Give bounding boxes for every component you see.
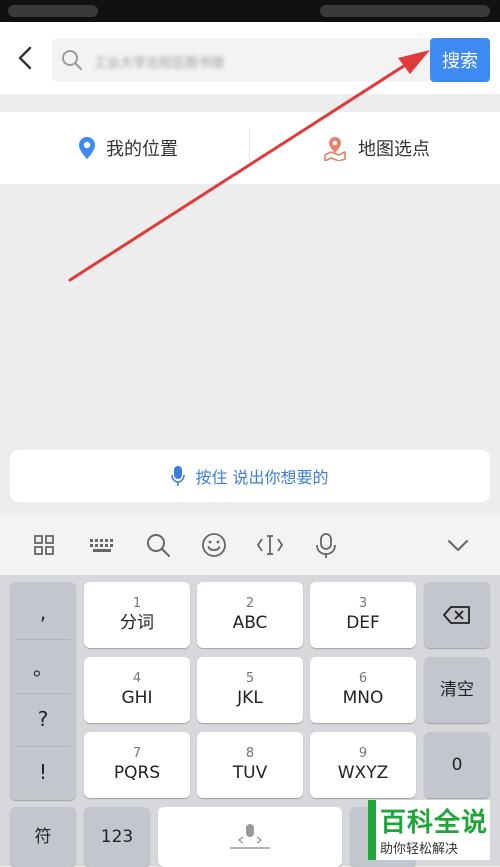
keyboard-layout-icon[interactable] <box>88 531 116 559</box>
watermark-bar <box>368 800 376 860</box>
zero-key[interactable]: 0 <box>424 732 490 798</box>
chevron-down-icon[interactable] <box>444 531 472 559</box>
key-letters: GHI <box>121 688 153 708</box>
symbol-key[interactable]: 符 <box>10 807 76 867</box>
key-number: 5 <box>245 671 255 686</box>
key-8[interactable]: 8 TUV <box>197 732 303 798</box>
key-7[interactable]: 7 PQRS <box>84 732 190 798</box>
search-icon[interactable] <box>144 531 172 559</box>
backspace-button[interactable] <box>424 582 490 648</box>
key-6[interactable]: 6 MNO <box>310 657 416 723</box>
key-number: 1 <box>132 596 142 611</box>
key-3[interactable]: 3 DEF <box>310 582 416 648</box>
key-number: 8 <box>245 746 255 761</box>
key-number: 6 <box>358 671 368 686</box>
key-letters: ABC <box>232 613 268 633</box>
punct-key[interactable]: , <box>10 586 76 638</box>
voice-label: 按住 说出你想要的 <box>195 468 329 487</box>
key-letters: WXYZ <box>337 763 389 783</box>
key-number: 9 <box>358 746 368 761</box>
watermark-logo: 百科全说 助你轻松解决 <box>368 800 490 860</box>
watermark-title: 百科全说 <box>380 808 489 838</box>
punctuation-column[interactable]: , 。 ? ! <box>10 582 76 800</box>
number-mode-key[interactable]: 123 <box>84 807 150 867</box>
key-5[interactable]: 5 JKL <box>197 657 303 723</box>
punct-key[interactable]: ! <box>10 746 76 798</box>
backspace-icon <box>443 606 470 624</box>
clear-button[interactable]: 清空 <box>424 657 490 723</box>
key-9[interactable]: 9 WXYZ <box>310 732 416 798</box>
space-mic-icon <box>230 824 270 849</box>
key-4[interactable]: 4 GHI <box>84 657 190 723</box>
voice-input-bar[interactable]: 按住 说出你想要的 <box>10 450 490 502</box>
apps-grid-icon[interactable] <box>30 531 58 559</box>
microphone-icon[interactable] <box>312 531 340 559</box>
clear-label: 清空 <box>440 680 474 700</box>
punct-key[interactable]: 。 <box>10 640 76 692</box>
key-number: 7 <box>132 746 142 761</box>
number-mode-label: 123 <box>100 827 134 847</box>
key-number: 2 <box>245 596 255 611</box>
key-letters: 分词 <box>120 613 154 633</box>
symbol-label: 符 <box>34 827 52 847</box>
emoji-icon[interactable] <box>200 531 228 559</box>
keyboard-toolbar <box>0 515 500 575</box>
key-letters: PQRS <box>113 763 161 783</box>
key-number: 3 <box>358 596 368 611</box>
key-number: 4 <box>132 671 142 686</box>
key-1[interactable]: 1 分词 <box>84 582 190 648</box>
key-letters: TUV <box>232 763 268 783</box>
key-letters: JKL <box>237 688 263 708</box>
key-letters: MNO <box>342 688 384 708</box>
microphone-icon <box>171 466 186 486</box>
punct-key[interactable]: ? <box>10 693 76 745</box>
key-letters: DEF <box>346 613 380 633</box>
space-key[interactable] <box>158 807 342 867</box>
zero-label: 0 <box>451 755 463 775</box>
cursor-edit-icon[interactable] <box>256 531 284 559</box>
key-2[interactable]: 2 ABC <box>197 582 303 648</box>
watermark-subtitle: 助你轻松解决 <box>380 842 459 857</box>
